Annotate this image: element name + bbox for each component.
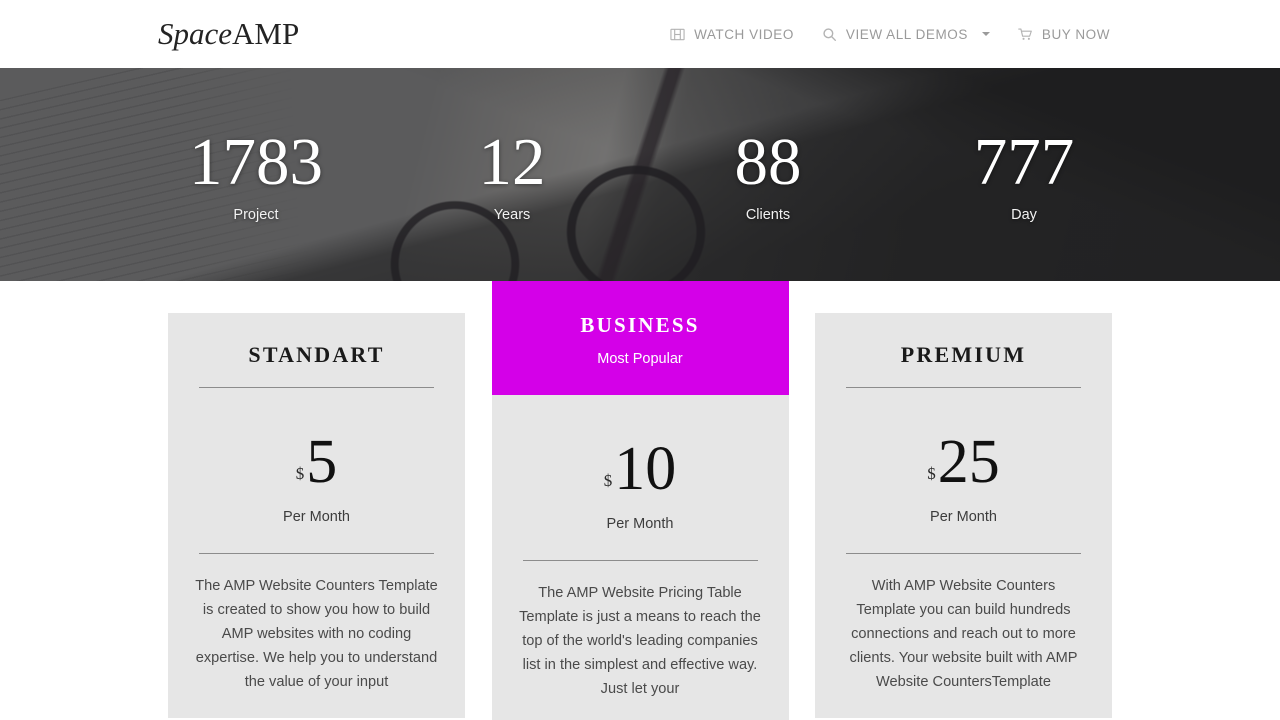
pricing-card-standart-header: STANDART <box>168 313 465 387</box>
counter-project-label: Project <box>233 206 279 223</box>
pricing-card-business-title: BUSINESS <box>580 313 700 337</box>
counter-years-label: Years <box>493 206 531 223</box>
site-header: SpaceAMP WATCH VIDEO VIEW ALL DEMOS BUY … <box>0 0 1280 68</box>
pricing-card-business-badge: Most Popular <box>597 351 683 367</box>
main-navigation: WATCH VIDEO VIEW ALL DEMOS BUY NOW <box>656 0 1124 68</box>
nav-label-view-all-demos: VIEW ALL DEMOS <box>845 26 968 42</box>
pricing-card-premium-amount: 25 <box>937 428 1000 496</box>
pricing-card-standart-period: Per Month <box>283 508 350 525</box>
cart-icon <box>1018 27 1033 42</box>
brand-logo-part1: Space <box>158 16 233 51</box>
brand-logo[interactable]: SpaceAMP <box>158 16 299 52</box>
pricing-card-premium-period: Per Month <box>930 508 997 525</box>
pricing-card-premium-price: $ 25 <box>835 428 1092 496</box>
counter-day-label: Day <box>1011 206 1037 223</box>
counter-project-number: 1783 <box>189 124 323 199</box>
pricing-card-standart[interactable]: STANDART $ 5 Per Month The AMP Website C… <box>168 313 465 718</box>
pricing-card-business-price-block: $ 10 Per Month <box>492 395 789 560</box>
counter-day-number: 777 <box>973 124 1075 199</box>
nav-item-view-all-demos[interactable]: VIEW ALL DEMOS <box>808 27 1004 42</box>
pricing-card-business-header: BUSINESS Most Popular <box>491 281 789 395</box>
counter-day: 777 Day <box>896 125 1152 225</box>
pricing-card-premium[interactable]: PREMIUM $ 25 Per Month With AMP Website … <box>815 313 1112 718</box>
pricing-card-business[interactable]: BUSINESS Most Popular $ 10 Per Month The… <box>491 281 789 720</box>
pricing-card-business-amount: 10 <box>614 435 677 503</box>
counter-clients: 88 Clients <box>640 125 896 225</box>
pricing-card-business-price: $ 10 <box>512 435 769 503</box>
pricing-card-premium-currency: $ <box>927 463 936 483</box>
pricing-card-premium-header: PREMIUM <box>815 313 1112 387</box>
hero-counters-section: 1783 Project 12 Years 88 Clients 777 Day <box>0 68 1280 281</box>
pricing-card-premium-description: With AMP Website Counters Template you c… <box>849 577 1078 690</box>
pricing-card-standart-price-block: $ 5 Per Month <box>168 388 465 553</box>
counters-row: 1783 Project 12 Years 88 Clients 777 Day <box>0 68 1280 281</box>
pricing-cards-row: STANDART $ 5 Per Month The AMP Website C… <box>168 281 1112 720</box>
pricing-card-business-description: The AMP Website Pricing Table Template i… <box>519 584 761 697</box>
nav-label-buy-now: BUY NOW <box>1041 26 1110 42</box>
counter-years: 12 Years <box>384 125 640 225</box>
nav-item-watch-video[interactable]: WATCH VIDEO <box>656 27 808 42</box>
pricing-card-premium-price-block: $ 25 Per Month <box>815 388 1112 553</box>
nav-label-watch-video: WATCH VIDEO <box>694 26 794 42</box>
pricing-card-standart-currency: $ <box>295 463 305 483</box>
search-icon <box>822 27 837 42</box>
counter-clients-label: Clients <box>745 206 791 223</box>
pricing-card-premium-title: PREMIUM <box>900 342 1027 367</box>
pricing-card-standart-title: STANDART <box>248 342 385 367</box>
pricing-card-standart-description: The AMP Website Counters Template is cre… <box>195 577 438 690</box>
pricing-card-business-period: Per Month <box>606 515 674 532</box>
film-icon <box>670 27 685 42</box>
pricing-card-standart-price: $ 5 <box>188 428 445 496</box>
pricing-card-business-currency: $ <box>603 470 613 490</box>
pricing-card-standart-amount: 5 <box>306 428 338 496</box>
nav-item-buy-now[interactable]: BUY NOW <box>1004 27 1124 42</box>
counter-clients-number: 88 <box>734 124 802 199</box>
brand-logo-part2: AMP <box>232 16 300 51</box>
pricing-section: STANDART $ 5 Per Month The AMP Website C… <box>0 281 1280 720</box>
counter-years-number: 12 <box>478 124 546 199</box>
counter-project: 1783 Project <box>128 125 384 225</box>
chevron-down-icon <box>981 32 990 36</box>
